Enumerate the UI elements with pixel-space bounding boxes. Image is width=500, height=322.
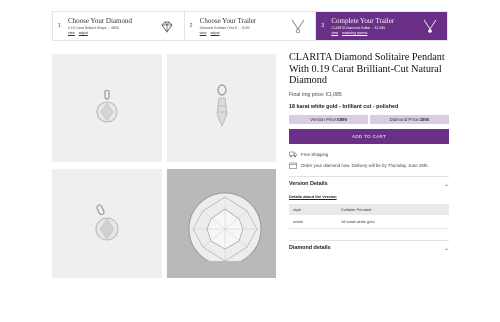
step-complete-trailer[interactable]: 3 Complete Your Trailer CLARITA Diamond … [315,12,448,40]
chevron-down-icon: ⌄ [443,245,449,252]
product-info: CLARITA Diamond Solitaire Pendant With 0… [289,52,449,252]
step-choose-diamond[interactable]: 1 Choose Your Diamond 0.19 Carat Brillia… [53,12,184,40]
step-subtitle: Diamond Solitaire (Yea E ... €190 [199,26,250,30]
pendant-icon [423,19,437,33]
step-choose-trailer[interactable]: 2 Choose Your Trailer Diamond Solitaire … [183,12,316,40]
step-number: 2 [189,23,193,29]
diamond-details-heading: Diamond details [289,245,331,251]
table-header-cell: style [289,203,337,215]
version-price: €895 [337,116,347,122]
pendant-side-image [216,84,228,127]
diamond-price-box: Diamond Price:190€ [370,114,449,124]
diamond-details-toggle[interactable]: Diamond details ⌄ [289,239,449,252]
step-view-link[interactable]: view [200,31,207,35]
product-spec: 18 karat white gold - brilliant cut - po… [289,103,399,110]
step-view-link[interactable]: view [68,31,75,35]
price-breakdown: Version Price:€895 Diamond Price:190€ [289,114,449,124]
version-details-toggle[interactable]: Version Details ⌄ [289,175,449,188]
step-adjust-link[interactable]: adjust [79,31,88,35]
delivery-text: Order your diamond now. Delivery will be… [301,162,429,168]
pendant-angle-image [95,204,119,241]
diamond-icon [161,21,173,33]
diamond-price: 190€ [419,116,430,122]
step-view-link[interactable]: view [331,31,338,35]
version-price-box: Version Price:€895 [289,114,368,124]
step-title: Choose Your Diamond [68,17,132,25]
free-shipping-text: Free Shipping [301,151,329,157]
table-cell: 18 karat white gold [336,214,449,229]
version-details-heading: Version Details [289,181,328,187]
step-number: 3 [321,23,325,29]
table-row: metal 18 karat white gold [289,214,449,229]
pendant-front-image [96,90,118,123]
step-number: 1 [58,23,61,29]
step-subtitle: CLARITA Diamond Solitai ... €1,085 [331,26,385,30]
table-cell: metal [289,214,337,229]
step-title: Complete Your Trailer [331,17,395,25]
free-shipping-row: Free Shipping [289,151,449,158]
pendant-outline-icon [292,19,305,34]
chevron-down-icon: ⌄ [443,181,449,188]
step-title: Choose Your Trailer [199,17,257,25]
step-adjust-link[interactable]: adjust [210,31,219,35]
calendar-icon [289,162,297,169]
final-ring-price: Final ring price: €1,085 [289,91,342,98]
delivery-row: Order your diamond now. Delivery will be… [289,162,449,169]
product-title: CLARITA Diamond Solitaire Pendant With 0… [289,52,445,86]
diamond-closeup-image [188,192,262,261]
version-details-link[interactable]: Details about the version [289,194,449,199]
product-image-angle[interactable] [52,169,162,278]
add-to-cart-button[interactable]: ADD TO CART [289,128,449,144]
configurator-steps: 1 Choose Your Diamond 0.19 Carat Brillia… [52,11,448,41]
product-image-side[interactable] [167,54,276,162]
step-matching-access-link[interactable]: matching access [342,31,367,35]
product-image-diamond-closeup[interactable] [167,169,276,278]
table-header-cell: Solitaire Pendant [336,203,449,215]
product-image-front[interactable] [52,54,162,162]
table-header-row: style Solitaire Pendant [289,203,449,215]
version-details-table: style Solitaire Pendant metal 18 karat w… [289,203,449,229]
step-subtitle: 0.19 Carat Brilliant Shape ... €895 [68,26,119,30]
truck-icon [289,151,297,157]
